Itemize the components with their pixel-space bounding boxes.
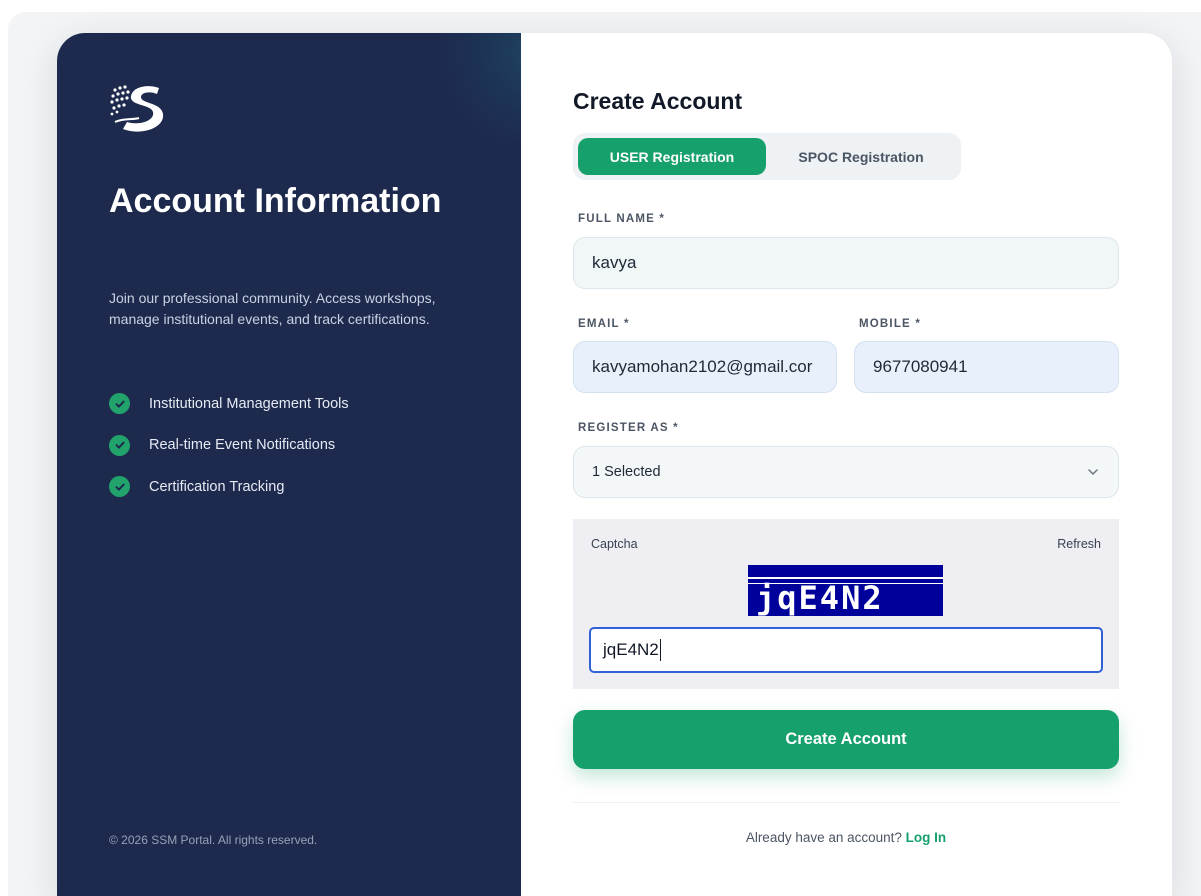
ssm-logo-icon <box>110 85 164 132</box>
tab-spoc-registration[interactable]: SPOC Registration <box>766 138 956 175</box>
panel-description: Join our professional community. Access … <box>109 290 436 327</box>
captcha-section: Captcha Refresh jqE4N2 jqE4N2 <box>573 519 1119 689</box>
copyright-text: © 2026 SSM Portal. All rights reserved. <box>109 833 318 847</box>
email-label: EMAIL * <box>578 318 630 330</box>
register-as-label: REGISTER AS * <box>578 422 679 434</box>
tab-user-registration[interactable]: USER Registration <box>578 138 766 175</box>
feature-label: Institutional Management Tools <box>149 395 349 412</box>
email-input[interactable]: kavyamohan2102@gmail.cor <box>573 341 837 393</box>
feature-item: Institutional Management Tools <box>109 393 349 414</box>
divider <box>573 802 1119 803</box>
captcha-image: jqE4N2 <box>748 565 943 616</box>
chevron-down-icon <box>1088 469 1098 475</box>
feature-label: Certification Tracking <box>149 478 285 495</box>
captcha-image-text: jqE4N2 <box>756 579 884 616</box>
login-prompt: Already have an account? Log In <box>573 830 1119 845</box>
mobile-label: MOBILE * <box>859 318 921 330</box>
check-circle-icon <box>109 393 130 414</box>
captcha-input-value: jqE4N2 <box>603 640 659 659</box>
form-title: Create Account <box>573 88 743 114</box>
captcha-refresh-link[interactable]: Refresh <box>1057 537 1101 551</box>
feature-list: Institutional Management Tools Real-time… <box>109 393 349 518</box>
full-name-input[interactable]: kavya <box>573 237 1119 289</box>
captcha-input[interactable]: jqE4N2 <box>589 627 1103 673</box>
feature-item: Real-time Event Notifications <box>109 434 349 456</box>
info-panel: Account Information Join our professiona… <box>57 33 521 896</box>
register-as-value: 1 Selected <box>592 464 661 480</box>
mobile-input[interactable]: 9677080941 <box>854 341 1119 393</box>
panel-title: Account Information <box>109 182 442 220</box>
register-as-select[interactable]: 1 Selected <box>573 446 1119 498</box>
create-account-button[interactable]: Create Account <box>573 710 1119 769</box>
text-caret <box>659 639 661 661</box>
decorative-glow <box>437 33 521 153</box>
captcha-label: Captcha <box>591 537 638 551</box>
registration-type-tabs: USER Registration SPOC Registration <box>573 133 961 180</box>
feature-item: Certification Tracking <box>109 476 349 497</box>
full-name-label: FULL NAME * <box>578 213 666 225</box>
login-link[interactable]: Log In <box>906 830 947 845</box>
check-circle-icon <box>109 476 130 497</box>
check-circle-icon <box>109 434 130 456</box>
login-prompt-text: Already have an account? <box>745 830 906 845</box>
feature-label: Real-time Event Notifications <box>149 437 336 453</box>
registration-card: Account Information Join our professiona… <box>57 33 1172 896</box>
form-panel: Create Account USER Registration SPOC Re… <box>521 33 1172 896</box>
